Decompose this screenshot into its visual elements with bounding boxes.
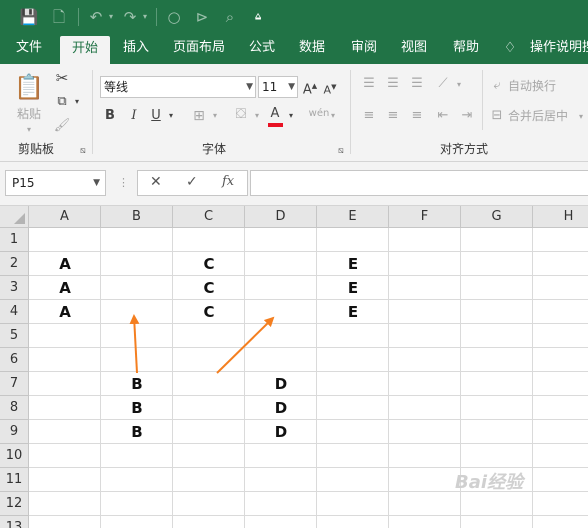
new-file-icon[interactable]: 🗋: [48, 6, 70, 28]
toolbar-separator: [156, 8, 157, 26]
scissors-icon[interactable]: ✂: [52, 68, 72, 88]
font-size-value: 11: [262, 80, 278, 94]
format-painter-icon[interactable]: 🖌: [52, 116, 72, 136]
save-icon[interactable]: 💾: [18, 6, 40, 28]
decrease-indent-icon[interactable]: ⇤: [434, 106, 452, 126]
font-name-value: 等线: [104, 80, 129, 94]
underline-dropdown-icon[interactable]: ▾: [166, 106, 176, 126]
insert-function-button[interactable]: fx: [222, 174, 234, 189]
tab-review[interactable]: 审阅: [344, 34, 384, 64]
align-right-icon[interactable]: ≡: [408, 106, 426, 126]
chevron-down-icon[interactable]: ▼: [288, 77, 295, 97]
merge-center-icon[interactable]: ⊟: [488, 106, 506, 126]
circle-icon[interactable]: ○: [164, 6, 184, 28]
merge-dropdown-icon[interactable]: ▾: [576, 107, 586, 127]
print-preview-icon[interactable]: ⌕: [220, 6, 240, 28]
wrap-text-icon[interactable]: ⤶: [488, 76, 506, 96]
tab-formulas[interactable]: 公式: [242, 34, 282, 64]
fill-color-dropdown-icon[interactable]: ▾: [252, 106, 262, 126]
font-size-combo[interactable]: 11 ▼: [258, 76, 298, 98]
group-separator: [92, 70, 93, 154]
tell-me-search[interactable]: 操作说明搜: [530, 34, 588, 64]
bold-button[interactable]: B: [102, 106, 118, 126]
font-color-button[interactable]: A: [266, 104, 284, 124]
increase-font-icon[interactable]: A▲: [302, 76, 318, 100]
formula-buttons: ✕ ✓ fx: [137, 170, 248, 196]
merge-center-button[interactable]: 合并后居中: [508, 106, 578, 126]
phonetic-guide-icon[interactable]: wén: [308, 104, 330, 124]
quick-access-toolbar: 💾 🗋 ↶ ▾ ↷ ▾ ○ ⊳ ⌕ ⩠: [0, 0, 588, 34]
chevron-down-icon[interactable]: ▼: [246, 77, 253, 97]
align-center-icon[interactable]: ≡: [384, 106, 402, 126]
ribbon: 📋 粘贴 ▾ ✂ ⧉ ▾ 🖌 剪贴板 ⧅ 等线 ▼ 11 ▼ A▲ A▼ B I…: [0, 64, 588, 162]
phonetic-dropdown-icon[interactable]: ▾: [328, 106, 338, 126]
borders-dropdown-icon[interactable]: ▾: [210, 106, 220, 126]
arrow-b-to-row4: [129, 314, 140, 374]
paste-dropdown-icon[interactable]: ▾: [22, 120, 36, 140]
font-color-swatch: [268, 123, 283, 127]
tab-help[interactable]: 帮助: [446, 34, 486, 64]
font-color-dropdown-icon[interactable]: ▾: [286, 106, 296, 126]
undo-icon[interactable]: ↶: [86, 6, 106, 28]
name-box[interactable]: P15 ▼: [5, 170, 106, 196]
group-separator: [350, 70, 351, 154]
underline-button[interactable]: U: [148, 106, 164, 126]
customize-toolbar-icon[interactable]: ⩠: [250, 6, 266, 28]
tab-file[interactable]: 文件: [6, 34, 52, 64]
tab-view[interactable]: 视图: [394, 34, 434, 64]
clipboard-icon: 📋: [14, 73, 44, 101]
lightbulb-icon: ♢: [503, 40, 517, 56]
align-bottom-icon[interactable]: ☰: [408, 74, 426, 94]
align-middle-icon[interactable]: ☰: [384, 74, 402, 94]
alignment-group-label: 对齐方式: [440, 142, 489, 156]
tab-home[interactable]: 开始: [60, 36, 110, 64]
toolbar-separator: [78, 8, 79, 26]
undo-dropdown-icon[interactable]: ▾: [106, 6, 116, 28]
watermark: Bai经验: [455, 472, 524, 493]
ribbon-tabs: 文件 开始 插入 页面布局 公式 数据 审阅 视图 帮助 ♢ 操作说明搜: [0, 34, 588, 64]
name-box-value: P15: [12, 176, 35, 190]
redo-dropdown-icon[interactable]: ▾: [140, 6, 150, 28]
copy-icon[interactable]: ⧉: [52, 92, 72, 112]
redo-icon[interactable]: ↷: [120, 6, 140, 28]
wrap-text-button[interactable]: 自动换行: [508, 76, 568, 96]
fill-color-icon[interactable]: ⛋: [232, 104, 250, 124]
cancel-button[interactable]: ✕: [150, 174, 162, 190]
font-name-combo[interactable]: 等线 ▼: [100, 76, 256, 98]
touch-mode-icon[interactable]: ⊳: [192, 6, 212, 28]
font-group-label: 字体: [202, 142, 227, 156]
copy-dropdown-icon[interactable]: ▾: [72, 92, 82, 112]
increase-indent-icon[interactable]: ⇥: [458, 106, 476, 126]
enter-button[interactable]: ✓: [186, 174, 198, 190]
align-top-icon[interactable]: ☰: [360, 74, 378, 94]
tab-insert[interactable]: 插入: [116, 34, 156, 64]
chevron-down-icon[interactable]: ▼: [93, 171, 100, 195]
clipboard-group-label: 剪贴板: [18, 142, 55, 156]
font-color-letter: A: [270, 106, 280, 121]
align-left-icon[interactable]: ≡: [360, 106, 378, 126]
tab-page-layout[interactable]: 页面布局: [166, 34, 232, 64]
clipboard-launcher-icon[interactable]: ⧅: [80, 146, 86, 156]
borders-icon[interactable]: ⊞: [190, 106, 208, 126]
formula-bar: P15 ▼ ⋮ ✕ ✓ fx: [0, 162, 588, 206]
formula-bar-grip-icon: ⋮: [118, 176, 129, 189]
decrease-font-icon[interactable]: A▼: [322, 77, 338, 101]
orientation-dropdown-icon[interactable]: ▾: [454, 75, 464, 95]
tab-data[interactable]: 数据: [292, 34, 332, 64]
formula-input[interactable]: [250, 170, 588, 196]
italic-button[interactable]: I: [126, 106, 142, 126]
group-separator: [482, 70, 483, 130]
arrow-d-to-d4: [216, 316, 275, 374]
font-launcher-icon[interactable]: ⧅: [338, 146, 344, 156]
orientation-icon[interactable]: ⟋: [434, 74, 452, 94]
